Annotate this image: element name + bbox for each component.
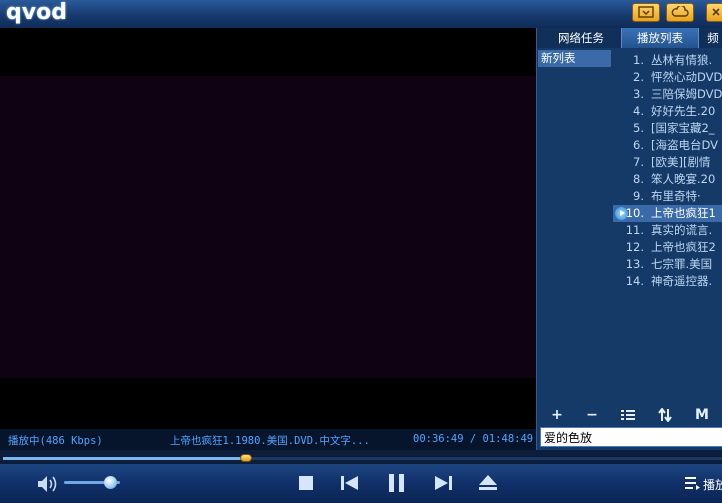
playlist-item-title: 真实的谎言. [651, 223, 713, 237]
playlist-item-title: 三陪保姆DVD [651, 87, 722, 101]
volume-thumb[interactable] [104, 476, 117, 489]
list-view-button[interactable] [617, 405, 639, 425]
panel-tabs: 网络任务 播放列表 频 [537, 28, 722, 48]
seek-bar[interactable] [0, 450, 722, 464]
playlist-item-title: 上帝也疯狂1 [651, 206, 716, 220]
remove-button[interactable]: − [581, 405, 603, 425]
playlist-search-input[interactable]: 爱的色放 [540, 427, 722, 447]
video-area[interactable] [0, 28, 536, 429]
side-panel: 网络任务 播放列表 频 新列表 1. 丛林有情狼. 2. 怦然心动DVD 3. 三陪保姆D… [536, 28, 722, 450]
seek-track[interactable] [3, 454, 722, 462]
playlist-item-number: 11. [625, 223, 644, 237]
play-state: 播放中(486 Kbps) [8, 435, 103, 447]
app-logo: qvod [6, 0, 67, 25]
playlist-item-title: 七宗罪.美国 [651, 257, 713, 271]
window-icon [638, 6, 654, 18]
playlist-toggle-icon[interactable] [685, 476, 700, 490]
add-button[interactable]: + [546, 405, 568, 425]
next-icon [435, 476, 452, 490]
close-button[interactable] [706, 3, 722, 22]
playlist-item-title: 丛林有情狼. [651, 53, 713, 67]
title-bar: qvod [0, 0, 722, 29]
tab-network-tasks[interactable]: 网络任务 [541, 28, 621, 48]
playlist-item-number: 1. [633, 53, 644, 67]
playlist-item-title: 怦然心动DVD [651, 70, 722, 84]
playlist-item-number: 9. [633, 189, 644, 203]
playlist-item-number: 6. [633, 138, 644, 152]
time-display: 00:36:49 / 01:48:49 [413, 433, 534, 445]
playlist-toggle-label[interactable]: 播放 [703, 476, 722, 493]
playlist-item-number: 12. [625, 240, 644, 254]
mode-button[interactable]: M [691, 405, 713, 425]
sort-icon [658, 407, 672, 423]
playlist-item-number: 8. [633, 172, 644, 186]
eject-button[interactable] [476, 472, 500, 494]
playlist-item-title: 上帝也疯狂2 [651, 240, 716, 254]
now-playing-title: 上帝也疯狂1.1980.美国.DVD.中文字... [170, 435, 370, 447]
playlist-item[interactable]: 5. [国家宝藏2_ [613, 120, 722, 137]
close-icon [712, 8, 720, 16]
stop-button[interactable] [294, 472, 318, 494]
previous-icon [341, 476, 358, 490]
playlist-toolbar: + − M [537, 405, 722, 425]
seek-fill [3, 457, 246, 460]
video-frame [0, 76, 536, 378]
playlist-item[interactable]: 13. 七宗罪.美国 [613, 256, 722, 273]
playlist-item-number: 4. [633, 104, 644, 118]
playlist-item[interactable]: 14. 神奇遥控器. [613, 273, 722, 290]
playlist-item-number: 13. [625, 257, 644, 271]
playlist-item-number: 7. [633, 155, 644, 169]
playlist: 1. 丛林有情狼. 2. 怦然心动DVD 3. 三陪保姆DVD 4. 好好先生.20 5. [国家… [613, 48, 722, 402]
list-icon [621, 410, 635, 420]
playlist-item-title: [欧美][剧情 [651, 155, 711, 169]
minimize-mode-button[interactable] [632, 3, 660, 22]
playlist-item-title: 好好先生.20 [651, 104, 716, 118]
playlist-item-title: [海盗电台DV [651, 138, 719, 152]
sort-button[interactable] [654, 405, 676, 425]
list-item-new[interactable]: 新列表 [538, 50, 611, 67]
playlist-item[interactable]: 6. [海盗电台DV [613, 137, 722, 154]
volume-icon[interactable] [36, 473, 60, 495]
playlist-item-number: 2. [633, 70, 644, 84]
skin-button[interactable] [666, 3, 694, 22]
playlist-item-number: 5. [633, 121, 644, 135]
playlist-item[interactable]: 3. 三陪保姆DVD [613, 86, 722, 103]
eject-icon [479, 475, 497, 490]
playlist-item[interactable]: 1. 丛林有情狼. [613, 52, 722, 69]
cloud-icon [671, 6, 689, 17]
list-sidebar: 新列表 [537, 48, 613, 402]
now-playing-icon [615, 207, 628, 220]
next-button[interactable] [431, 472, 455, 494]
playlist-item[interactable]: 8. 笨人晚宴.20 [613, 171, 722, 188]
tab-channels[interactable]: 频 [703, 28, 722, 48]
playlist-item-number: 14. [625, 274, 644, 288]
playlist-item[interactable]: 12. 上帝也疯狂2 [613, 239, 722, 256]
playlist-item[interactable]: 11. 真实的谎言. [613, 222, 722, 239]
stop-icon [299, 476, 313, 490]
playlist-item-playing[interactable]: 10. 上帝也疯狂1 [613, 205, 722, 222]
pause-button[interactable] [385, 472, 409, 494]
playlist-item[interactable]: 7. [欧美][剧情 [613, 154, 722, 171]
playlist-item-title: [国家宝藏2_ [651, 121, 715, 135]
tab-playlist[interactable]: 播放列表 [621, 28, 699, 48]
seek-thumb[interactable] [240, 454, 252, 462]
playlist-item-title: 笨人晚宴.20 [651, 172, 716, 186]
playlist-item[interactable]: 4. 好好先生.20 [613, 103, 722, 120]
playlist-item-title: 神奇遥控器. [651, 274, 713, 288]
previous-button[interactable] [338, 472, 362, 494]
playlist-item[interactable]: 2. 怦然心动DVD [613, 69, 722, 86]
control-bar: 播放 [0, 464, 722, 503]
pause-icon [389, 474, 404, 492]
status-bar: 播放中(486 Kbps) 上帝也疯狂1.1980.美国.DVD.中文字... … [0, 429, 536, 450]
playlist-item-number: 3. [633, 87, 644, 101]
playlist-item-title: 布里奇特· [651, 189, 701, 203]
playlist-item[interactable]: 9. 布里奇特· [613, 188, 722, 205]
